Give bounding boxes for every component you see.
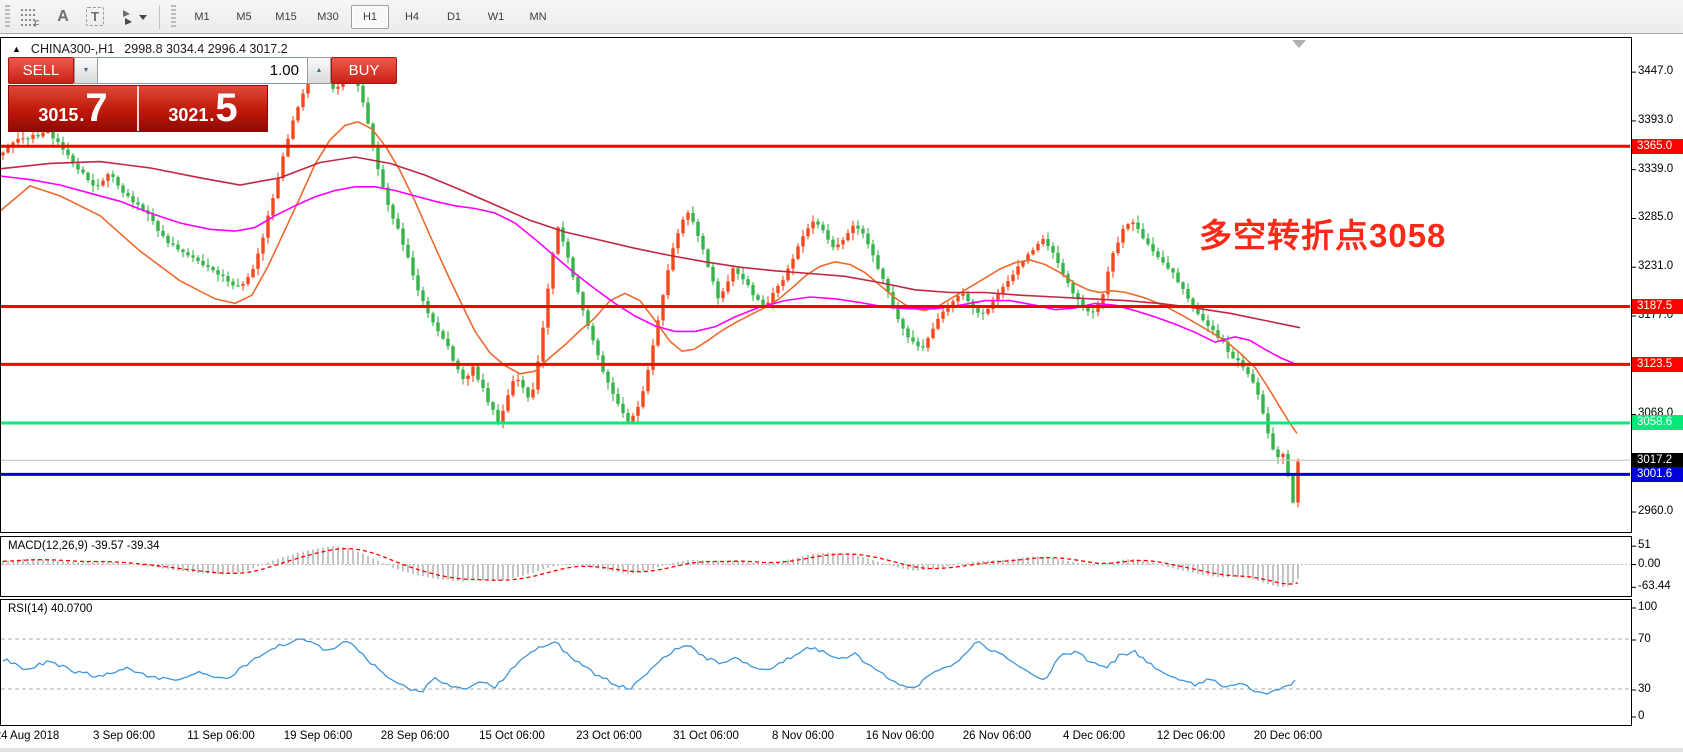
price-tick-label: 3393.0 bbox=[1638, 113, 1674, 126]
svg-text:F: F bbox=[34, 19, 40, 27]
timeframe-button-w1[interactable]: W1 bbox=[477, 5, 515, 29]
sell-button[interactable]: SELL bbox=[8, 57, 74, 84]
ohlc-readout: 2998.8 3034.4 2996.4 3017.2 bbox=[124, 42, 288, 56]
toolbar-grip[interactable] bbox=[171, 4, 176, 29]
arrows-tool-button[interactable] bbox=[113, 4, 151, 30]
ask-price-int: 3021 bbox=[168, 105, 209, 125]
chart-header: ▲ CHINA300-,H1 2998.8 3034.4 2996.4 3017… bbox=[12, 42, 288, 56]
bid-price-dec: 7 bbox=[85, 86, 108, 130]
rsi-title: RSI(14) 40.0700 bbox=[8, 603, 93, 615]
time-axis-label: 31 Oct 06:00 bbox=[673, 730, 739, 742]
price-tick-label: 3285.0 bbox=[1638, 211, 1674, 224]
text-tool-button[interactable]: T bbox=[81, 4, 109, 30]
time-axis-label: 23 Oct 06:00 bbox=[576, 730, 642, 742]
macd-axis-label: 0.00 bbox=[1638, 557, 1661, 570]
timeframe-button-m15[interactable]: M15 bbox=[267, 5, 305, 29]
time-axis-label: 24 Aug 2018 bbox=[0, 730, 60, 742]
price-badge-3001.6: 3001.6 bbox=[1632, 466, 1683, 482]
ask-price-panel[interactable]: 3021 . 5 bbox=[139, 86, 267, 131]
time-axis-label: 8 Nov 06:00 bbox=[771, 730, 835, 742]
toolbar-separator bbox=[159, 4, 160, 29]
timeframe-button-m5[interactable]: M5 bbox=[225, 5, 263, 29]
ask-price-sep: . bbox=[209, 105, 215, 125]
rsi-axis-label: 70 bbox=[1638, 633, 1651, 645]
volume-increase-button[interactable]: ▲ bbox=[307, 57, 331, 84]
text-label-icon: A bbox=[57, 7, 69, 25]
price-tick-label: 2960.0 bbox=[1638, 504, 1674, 517]
timeframe-button-m30[interactable]: M30 bbox=[309, 5, 347, 29]
price-tick-label: 3339.0 bbox=[1638, 162, 1674, 175]
macd-title: MACD(12,26,9) -39.57 -39.34 bbox=[8, 540, 160, 552]
timeframe-button-m1[interactable]: M1 bbox=[183, 5, 221, 29]
chevron-down-icon: ▼ bbox=[82, 67, 90, 74]
macd-axis-label: -63.44 bbox=[1638, 580, 1671, 593]
time-axis-label: 28 Sep 06:00 bbox=[380, 730, 450, 742]
fibonacci-lines-icon: F bbox=[21, 8, 40, 27]
mt4-window: F A T M1 M5 M15 M30 H1 H4 D1 W1 MN ▲ CHINA300-,H… bbox=[0, 0, 1683, 752]
rsi-axis-label: 100 bbox=[1638, 601, 1658, 613]
price-tick-label: 3447.0 bbox=[1638, 65, 1674, 78]
time-axis-label: 20 Dec 06:00 bbox=[1253, 730, 1323, 742]
bid-price-panel[interactable]: 3015 . 7 bbox=[9, 86, 137, 131]
time-axis-label: 4 Dec 06:00 bbox=[1062, 730, 1126, 742]
symbol-title: CHINA300-,H1 bbox=[30, 42, 115, 56]
price-badge-3365.0: 3365.0 bbox=[1632, 138, 1683, 154]
chart-annotation: 多空转折点3058 bbox=[1199, 217, 1447, 254]
ask-price-dec: 5 bbox=[215, 86, 238, 130]
toolbar: F A T M1 M5 M15 M30 H1 H4 D1 W1 MN bbox=[0, 0, 1683, 34]
bid-price-sep: . bbox=[79, 105, 85, 125]
timeframe-button-mn[interactable]: MN bbox=[519, 5, 557, 29]
time-axis-label: 15 Oct 06:00 bbox=[479, 730, 545, 742]
volume-decrease-button[interactable]: ▼ bbox=[74, 57, 98, 84]
arrows-tool-icon bbox=[123, 9, 147, 25]
text-box-icon: T bbox=[86, 7, 104, 26]
timeframe-toolbar: M1 M5 M15 M30 H1 H4 D1 W1 MN bbox=[181, 4, 559, 29]
toolbar-grip[interactable] bbox=[5, 4, 10, 29]
bid-price-int: 3015 bbox=[38, 105, 79, 125]
price-badge-3187.5: 3187.5 bbox=[1632, 299, 1683, 315]
rsi-axis-label: 0 bbox=[1638, 710, 1645, 722]
timeframe-button-h1[interactable]: H1 bbox=[351, 4, 389, 29]
price-tick-label: 3231.0 bbox=[1638, 260, 1674, 273]
timeframe-button-h4[interactable]: H4 bbox=[393, 5, 431, 29]
macd-axis-label: 51 bbox=[1638, 539, 1651, 552]
price-badge-3058.6: 3058.6 bbox=[1632, 415, 1683, 431]
fibonacci-tool-button[interactable]: F bbox=[17, 4, 45, 30]
time-axis-label: 12 Dec 06:00 bbox=[1156, 730, 1226, 742]
time-axis-label: 11 Sep 06:00 bbox=[187, 730, 255, 742]
text-label-tool-button[interactable]: A bbox=[49, 4, 77, 30]
rsi-axis-label: 30 bbox=[1638, 683, 1651, 695]
chevron-up-icon: ▲ bbox=[315, 67, 323, 74]
one-click-trading-panel: SELL ▼ ▲ BUY 3015 . 7 3021 . 5 bbox=[8, 57, 397, 132]
volume-input[interactable] bbox=[98, 57, 307, 84]
time-axis-label: 16 Nov 06:00 bbox=[865, 730, 935, 742]
time-axis-label: 19 Sep 06:00 bbox=[283, 730, 353, 742]
collapse-triangle-icon[interactable]: ▲ bbox=[12, 44, 21, 54]
time-axis-label: 26 Nov 06:00 bbox=[962, 730, 1032, 742]
timeframe-button-d1[interactable]: D1 bbox=[435, 5, 473, 29]
time-axis-label: 3 Sep 06:00 bbox=[92, 730, 156, 742]
price-badge-3017.2: 3017.2 bbox=[1632, 452, 1683, 468]
price-badge-3123.5: 3123.5 bbox=[1632, 356, 1683, 372]
buy-button[interactable]: BUY bbox=[331, 57, 397, 84]
